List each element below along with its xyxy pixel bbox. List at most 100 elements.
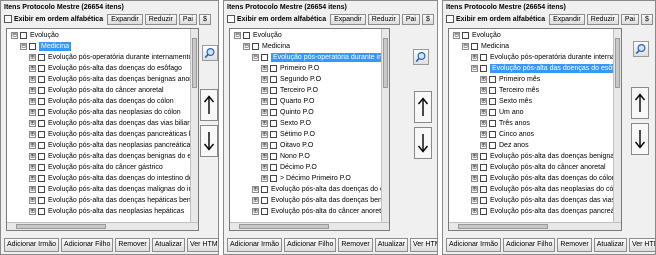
node-checkbox[interactable] bbox=[38, 76, 45, 83]
tree-node-label[interactable]: Evolução pós-alta das doenças das vias b… bbox=[48, 119, 198, 128]
tree-node[interactable]: ⊞ Segundo P.O bbox=[261, 75, 321, 84]
tree-vertical-scrollbar[interactable] bbox=[381, 29, 389, 222]
expand-node-icon[interactable]: ⊞ bbox=[480, 142, 487, 149]
node-checkbox[interactable] bbox=[38, 131, 45, 138]
tree-node[interactable]: ⊞ Evolução pós-alta do câncer anoretal bbox=[471, 163, 606, 172]
expand-node-icon[interactable]: ⊞ bbox=[471, 186, 478, 193]
scrollbar-thumb[interactable] bbox=[192, 38, 197, 88]
tree-node-label[interactable]: Evolução pós-alta do câncer anoretal bbox=[271, 207, 387, 216]
node-checkbox[interactable] bbox=[480, 153, 487, 160]
tree-vertical-scrollbar[interactable] bbox=[190, 29, 198, 222]
tree-node-label[interactable]: Cinco anos bbox=[499, 130, 534, 139]
tree-node-label[interactable]: Evolução pós-alta das doenças hepáticas … bbox=[48, 196, 198, 205]
collapse-node-icon[interactable]: ⊟ bbox=[462, 43, 469, 50]
expand-node-icon[interactable]: ⊞ bbox=[29, 186, 36, 193]
node-checkbox[interactable] bbox=[261, 197, 268, 204]
expand-node-icon[interactable]: ⊞ bbox=[29, 120, 36, 127]
expand-node-icon[interactable]: ⊞ bbox=[29, 197, 36, 204]
node-checkbox[interactable] bbox=[270, 120, 277, 127]
tree-node[interactable]: ⊞ Evolução pós-alta do câncer anoretal bbox=[29, 86, 164, 95]
tree-node[interactable]: ⊞ Evolução pós-alta das doenças malignas … bbox=[29, 185, 198, 194]
view-html-button[interactable]: Ver HTML bbox=[186, 238, 218, 252]
expand-node-icon[interactable]: ⊞ bbox=[261, 120, 268, 127]
expand-button[interactable]: Expandir bbox=[107, 13, 143, 25]
node-checkbox[interactable] bbox=[480, 164, 487, 171]
dollar-button[interactable]: $ bbox=[198, 13, 211, 25]
expand-node-icon[interactable]: ⊞ bbox=[480, 98, 487, 105]
tree-horizontal-scrollbar[interactable] bbox=[230, 222, 389, 230]
tree-node-label[interactable]: Nono P.O bbox=[280, 152, 310, 161]
node-checkbox[interactable] bbox=[462, 32, 469, 39]
tree-node[interactable]: ⊞ Evolução pós-operatória durante interna… bbox=[471, 53, 621, 62]
node-checkbox[interactable] bbox=[480, 54, 487, 61]
add-child-button[interactable]: Adicionar Filho bbox=[503, 238, 556, 252]
expand-node-icon[interactable]: ⊞ bbox=[471, 197, 478, 204]
alphabetical-order-checkbox[interactable] bbox=[4, 15, 12, 23]
tree-node-label[interactable]: Terceiro mês bbox=[499, 86, 539, 95]
node-checkbox[interactable] bbox=[270, 164, 277, 171]
node-checkbox[interactable] bbox=[489, 131, 496, 138]
tree-node-label[interactable]: Evolução pós-alta do câncer anoretal bbox=[48, 86, 164, 95]
node-checkbox[interactable] bbox=[270, 98, 277, 105]
node-checkbox[interactable] bbox=[471, 43, 478, 50]
tree-node[interactable]: ⊞ Um ano bbox=[480, 108, 524, 117]
tree-node-label[interactable]: Evolução pós-alta das doenças pancreátic… bbox=[490, 207, 621, 216]
node-checkbox[interactable] bbox=[38, 153, 45, 160]
tree-node-label[interactable]: Evolução pós-alta das doenças benignas d… bbox=[48, 152, 198, 161]
tree-node[interactable]: ⊞ Terceiro mês bbox=[480, 86, 539, 95]
expand-node-icon[interactable]: ⊞ bbox=[29, 76, 36, 83]
expand-node-icon[interactable]: ⊞ bbox=[261, 142, 268, 149]
tree-node-label[interactable]: Evolução pós-alta do câncer gástrico bbox=[48, 163, 163, 172]
parent-button[interactable]: Pai bbox=[620, 13, 639, 25]
node-checkbox[interactable] bbox=[38, 54, 45, 61]
tree-node[interactable]: ⊟ Medicina bbox=[462, 42, 509, 51]
tree-node-label[interactable]: Três anos bbox=[499, 119, 530, 128]
node-checkbox[interactable] bbox=[270, 153, 277, 160]
tree-node-label[interactable]: Décimo P.O bbox=[280, 163, 317, 172]
tree-node[interactable]: ⊟ Evolução pós-alta das doenças do esôfag… bbox=[471, 64, 621, 73]
tree-node[interactable]: ⊟ Evolução bbox=[11, 31, 59, 40]
tree-node[interactable]: ⊞ Evolução pós-alta do câncer gástrico bbox=[29, 163, 163, 172]
add-sibling-button[interactable]: Adicionar Irmão bbox=[4, 238, 60, 252]
scrollbar-thumb[interactable] bbox=[16, 224, 106, 229]
expand-node-icon[interactable]: ⊞ bbox=[29, 142, 36, 149]
tree-node-label[interactable]: Evolução pós-alta das doenças do esôfago bbox=[490, 64, 621, 73]
expand-node-icon[interactable]: ⊞ bbox=[252, 186, 259, 193]
search-button[interactable] bbox=[633, 41, 649, 57]
tree-vertical-scrollbar[interactable] bbox=[613, 29, 621, 222]
tree-node[interactable]: ⊞ Décimo P.O bbox=[261, 163, 317, 172]
tree-node[interactable]: ⊞ Terceiro P.O bbox=[261, 86, 318, 95]
tree-node[interactable]: ⊞ Evolução pós-alta das doenças benignas … bbox=[29, 75, 198, 84]
node-checkbox[interactable] bbox=[489, 76, 496, 83]
node-checkbox[interactable] bbox=[38, 186, 45, 193]
node-checkbox[interactable] bbox=[261, 54, 268, 61]
node-checkbox[interactable] bbox=[480, 197, 487, 204]
expand-node-icon[interactable]: ⊞ bbox=[29, 98, 36, 105]
tree-node-label[interactable]: Terceiro P.O bbox=[280, 86, 318, 95]
move-up-button[interactable] bbox=[414, 91, 432, 123]
expand-node-icon[interactable]: ⊞ bbox=[29, 175, 36, 182]
tree-node[interactable]: ⊞ Evolução pós-alta das doenças das vias … bbox=[471, 196, 621, 205]
refresh-button[interactable]: Atualizar bbox=[593, 238, 627, 252]
tree-node-label[interactable]: Medicina bbox=[262, 42, 290, 51]
refresh-button[interactable]: Atualizar bbox=[151, 238, 185, 252]
tree-node-label[interactable]: > Décimo Primeiro P.O bbox=[280, 174, 351, 183]
expand-node-icon[interactable]: ⊞ bbox=[252, 208, 259, 215]
tree-node-label[interactable]: Evolução bbox=[472, 31, 501, 40]
tree-node[interactable]: ⊟ Evolução bbox=[453, 31, 501, 40]
view-html-button[interactable]: Ver HTML bbox=[628, 238, 655, 252]
node-checkbox[interactable] bbox=[243, 32, 250, 39]
node-checkbox[interactable] bbox=[270, 142, 277, 149]
reduce-button[interactable]: Reduzir bbox=[144, 13, 177, 25]
tree-node-label[interactable]: Evolução pós-alta das doenças do cólon bbox=[490, 174, 616, 183]
remove-button[interactable]: Remover bbox=[115, 238, 150, 252]
node-checkbox[interactable] bbox=[252, 43, 259, 50]
expand-node-icon[interactable]: ⊞ bbox=[261, 164, 268, 171]
expand-node-icon[interactable]: ⊞ bbox=[480, 76, 487, 83]
expand-node-icon[interactable]: ⊞ bbox=[471, 164, 478, 171]
expand-button[interactable]: Expandir bbox=[330, 13, 366, 25]
expand-node-icon[interactable]: ⊞ bbox=[261, 109, 268, 116]
tree-node[interactable]: ⊞ Oitavo P.O bbox=[261, 141, 313, 150]
collapse-node-icon[interactable]: ⊟ bbox=[234, 32, 241, 39]
node-checkbox[interactable] bbox=[270, 175, 277, 182]
